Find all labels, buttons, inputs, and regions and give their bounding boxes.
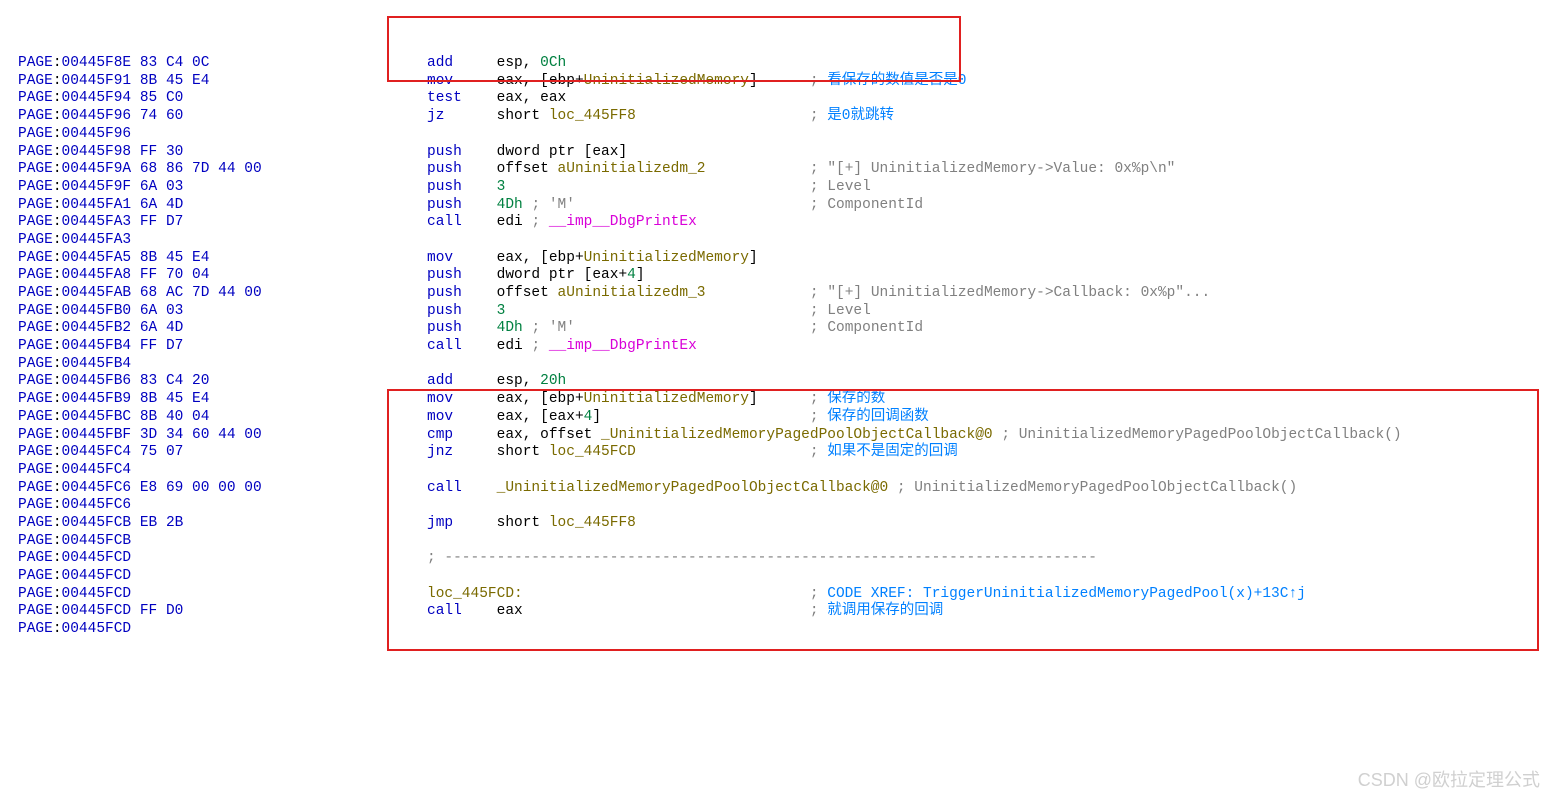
watermark: CSDN @欧拉定理公式 <box>1358 770 1540 792</box>
asm-line[interactable]: PAGE:00445F8E 83 C4 0C add esp, 0Ch <box>18 55 1558 73</box>
asm-line[interactable]: PAGE:00445F96 74 60 jz short loc_445FF8 … <box>18 108 1558 126</box>
asm-line[interactable]: PAGE:00445FA5 8B 45 E4 mov eax, [ebp+Uni… <box>18 250 1558 268</box>
asm-line[interactable]: PAGE:00445FBC 8B 40 04 mov eax, [eax+4] … <box>18 409 1558 427</box>
asm-line[interactable]: PAGE:00445F98 FF 30 push dword ptr [eax] <box>18 144 1558 162</box>
asm-line[interactable]: PAGE:00445FCD ; ------------------------… <box>18 550 1558 568</box>
asm-line[interactable]: PAGE:00445FCD <box>18 568 1558 586</box>
asm-line[interactable]: PAGE:00445FC4 <box>18 462 1558 480</box>
asm-line[interactable]: PAGE:00445F9A 68 86 7D 44 00 push offset… <box>18 161 1558 179</box>
asm-line[interactable]: PAGE:00445FA3 FF D7 call edi ; __imp__Db… <box>18 214 1558 232</box>
asm-line[interactable]: PAGE:00445FA3 <box>18 232 1558 250</box>
asm-line[interactable]: PAGE:00445FCD FF D0 call eax ; 就调用保存的回调 <box>18 603 1558 621</box>
asm-line[interactable]: PAGE:00445FB0 6A 03 push 3 ; Level <box>18 303 1558 321</box>
asm-line[interactable]: PAGE:00445FA1 6A 4D push 4Dh ; 'M' ; Com… <box>18 197 1558 215</box>
asm-line[interactable]: PAGE:00445FCB EB 2B jmp short loc_445FF8 <box>18 515 1558 533</box>
asm-line[interactable]: PAGE:00445FB4 <box>18 356 1558 374</box>
asm-line[interactable]: PAGE:00445F9F 6A 03 push 3 ; Level <box>18 179 1558 197</box>
asm-line[interactable]: PAGE:00445FCB <box>18 533 1558 551</box>
asm-line[interactable]: PAGE:00445F94 85 C0 test eax, eax <box>18 90 1558 108</box>
disassembly-listing: PAGE:00445F8E 83 C4 0C add esp, 0ChPAGE:… <box>0 53 1558 639</box>
asm-line[interactable]: PAGE:00445FC4 75 07 jnz short loc_445FCD… <box>18 444 1558 462</box>
asm-line[interactable]: PAGE:00445FAB 68 AC 7D 44 00 push offset… <box>18 285 1558 303</box>
asm-line[interactable]: PAGE:00445FB6 83 C4 20 add esp, 20h <box>18 373 1558 391</box>
asm-line[interactable]: PAGE:00445FC6 <box>18 497 1558 515</box>
asm-line[interactable]: PAGE:00445FB4 FF D7 call edi ; __imp__Db… <box>18 338 1558 356</box>
asm-line[interactable]: PAGE:00445F96 <box>18 126 1558 144</box>
asm-line[interactable]: PAGE:00445FC6 E8 69 00 00 00 call _Unini… <box>18 480 1558 498</box>
asm-line[interactable]: PAGE:00445FCD loc_445FCD: ; CODE XREF: T… <box>18 586 1558 604</box>
asm-line[interactable]: PAGE:00445FCD <box>18 621 1558 639</box>
asm-line[interactable]: PAGE:00445FB9 8B 45 E4 mov eax, [ebp+Uni… <box>18 391 1558 409</box>
asm-line[interactable]: PAGE:00445FB2 6A 4D push 4Dh ; 'M' ; Com… <box>18 320 1558 338</box>
asm-line[interactable]: PAGE:00445FA8 FF 70 04 push dword ptr [e… <box>18 267 1558 285</box>
asm-line[interactable]: PAGE:00445FBF 3D 34 60 44 00 cmp eax, of… <box>18 427 1558 445</box>
asm-line[interactable]: PAGE:00445F91 8B 45 E4 mov eax, [ebp+Uni… <box>18 73 1558 91</box>
